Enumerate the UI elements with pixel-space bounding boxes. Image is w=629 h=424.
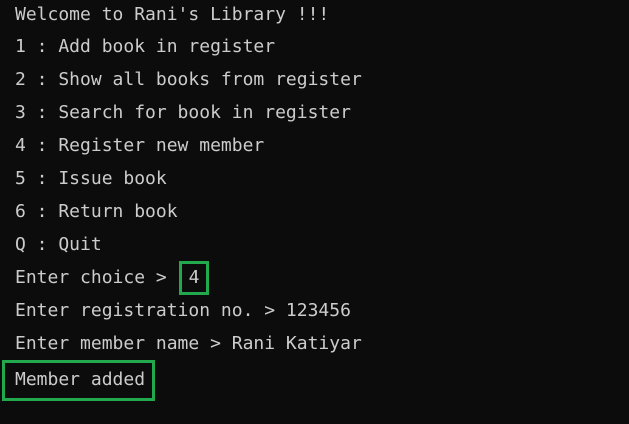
member-added-highlight: Member added xyxy=(2,360,156,401)
choice-prompt: Enter choice > xyxy=(15,267,178,288)
registration-number-line: Enter registration no. > 123456 xyxy=(15,300,351,321)
menu-option-search-book: 3 : Search for book in register xyxy=(15,102,351,123)
menu-option-register-member: 4 : Register new member xyxy=(15,135,265,156)
console-window[interactable]: Welcome to Rani's Library !!! 1 : Add bo… xyxy=(0,0,629,424)
menu-option-add-book: 1 : Add book in register xyxy=(15,36,276,57)
result-line: Member added xyxy=(2,360,629,401)
menu-option-show-books: 2 : Show all books from register xyxy=(15,69,362,90)
menu-option-return-book: 6 : Return book xyxy=(15,201,178,222)
menu-option-issue-book: 5 : Issue book xyxy=(15,168,167,189)
choice-input-highlight[interactable]: 4 xyxy=(178,261,210,295)
menu-option-quit: Q : Quit xyxy=(15,234,102,255)
choice-line: Enter choice > 4 xyxy=(15,261,629,295)
member-name-line: Enter member name > Rani Katiyar xyxy=(15,333,362,354)
welcome-message: Welcome to Rani's Library !!! xyxy=(15,4,330,25)
